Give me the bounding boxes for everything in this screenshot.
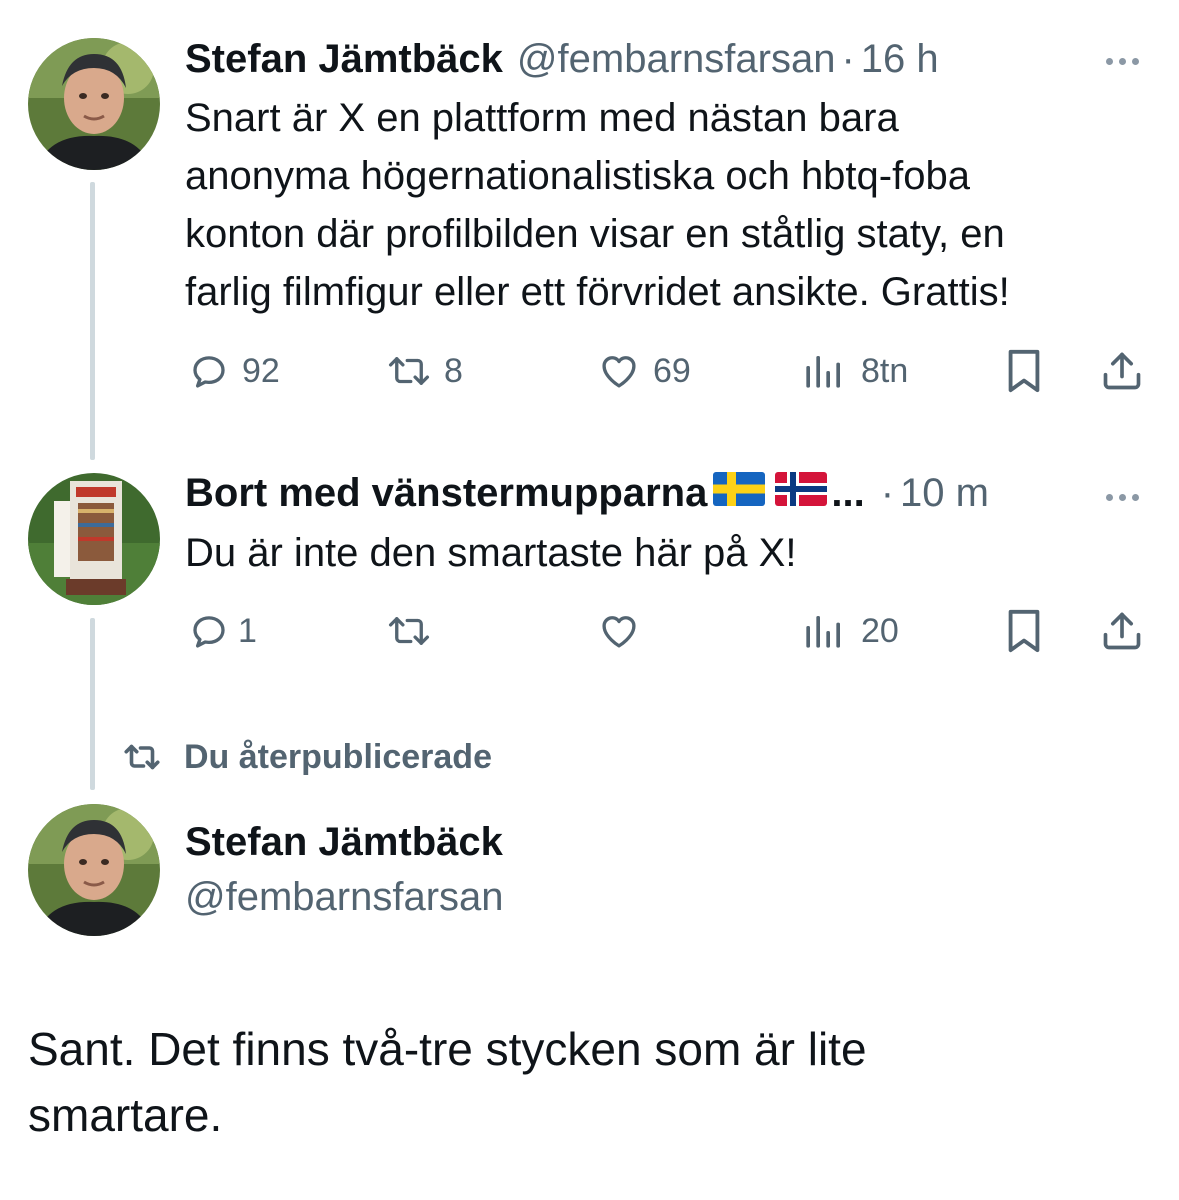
tweet-text-line: Snart är X en plattform med nästan bara xyxy=(185,96,899,140)
separator-dot: · xyxy=(841,36,855,81)
reply-icon xyxy=(193,616,225,648)
heart-icon xyxy=(602,356,636,388)
bookmark-icon xyxy=(1008,349,1040,393)
name-ellipsis: ... xyxy=(831,470,865,515)
views-button[interactable]: 20 xyxy=(803,606,899,656)
tweet-header: Bort med vänstermupparna ... · 10 m xyxy=(185,468,989,518)
more-options-icon[interactable] xyxy=(1103,488,1142,506)
views-chart-icon xyxy=(806,616,840,648)
like-count: 69 xyxy=(653,351,691,390)
views-chart-icon xyxy=(806,356,840,388)
author-handle[interactable]: @fembarnsfarsan xyxy=(185,875,504,920)
norwegian-flag-icon xyxy=(775,472,828,506)
tweet-text-line: smartare. xyxy=(28,1089,223,1141)
author-name[interactable]: Stefan Jämtbäck xyxy=(185,37,503,82)
reply-icon xyxy=(193,356,225,388)
tweet-text: Snart är X en plattform med nästan bara … xyxy=(185,89,1165,321)
repost-banner-text: Du återpublicerade xyxy=(184,737,492,776)
share-icon xyxy=(1103,612,1141,650)
like-button[interactable] xyxy=(597,606,653,656)
avatar[interactable] xyxy=(28,473,160,605)
reply-button[interactable]: 1 xyxy=(188,606,257,656)
more-options-icon[interactable] xyxy=(1103,52,1142,70)
author-handle[interactable]: @fembarnsfarsan xyxy=(517,37,836,82)
timestamp[interactable]: 10 m xyxy=(900,471,989,516)
tweet-header: Stefan Jämtbäck @fembarnsfarsan · 16 h xyxy=(185,34,939,84)
swedish-flag-icon xyxy=(713,472,766,506)
views-button[interactable]: 8tn xyxy=(803,346,908,396)
repost-count: 8 xyxy=(444,351,463,390)
thread-connector-line xyxy=(90,618,95,790)
repost-icon xyxy=(388,357,430,385)
author-name[interactable]: Stefan Jämtbäck xyxy=(185,820,503,865)
reply-button[interactable]: 92 xyxy=(188,346,280,396)
avatar[interactable] xyxy=(28,804,160,936)
thread-connector-line xyxy=(90,182,95,460)
tweet-text: Du är inte den smartaste här på X! xyxy=(185,531,797,575)
repost-banner: Du återpublicerade xyxy=(120,734,492,780)
share-button[interactable] xyxy=(1100,606,1144,656)
tweet-text-line: konton där profilbilden visar en ståtlig… xyxy=(185,212,1005,256)
reply-count: 92 xyxy=(242,351,280,390)
views-count: 8tn xyxy=(861,351,909,390)
bookmark-button[interactable] xyxy=(1004,606,1044,656)
bookmark-icon xyxy=(1008,609,1040,653)
tweet-text-line: farlig filmfigur eller ett förvridet ans… xyxy=(185,270,1010,314)
reply-count: 1 xyxy=(238,611,257,650)
separator-dot: · xyxy=(880,470,895,515)
views-count: 20 xyxy=(861,611,899,650)
repost-icon xyxy=(124,744,160,770)
tweet-text-line: anonyma högernationalistiska och hbtq-fo… xyxy=(185,154,970,198)
repost-button[interactable] xyxy=(386,606,444,656)
share-button[interactable] xyxy=(1100,346,1144,396)
avatar[interactable] xyxy=(28,38,160,170)
like-button[interactable]: 69 xyxy=(597,346,691,396)
tweet-text-line: Sant. Det finns två-tre stycken som är l… xyxy=(28,1023,867,1075)
repost-icon xyxy=(388,617,430,645)
author-name[interactable]: Bort med vänstermupparna xyxy=(185,471,707,516)
main-tweet-text: Sant. Det finns två-tre stycken som är l… xyxy=(28,1016,1148,1148)
repost-button[interactable]: 8 xyxy=(386,346,463,396)
timestamp[interactable]: 16 h xyxy=(861,37,939,82)
heart-icon xyxy=(602,616,636,648)
share-icon xyxy=(1103,352,1141,390)
bookmark-button[interactable] xyxy=(1004,346,1044,396)
